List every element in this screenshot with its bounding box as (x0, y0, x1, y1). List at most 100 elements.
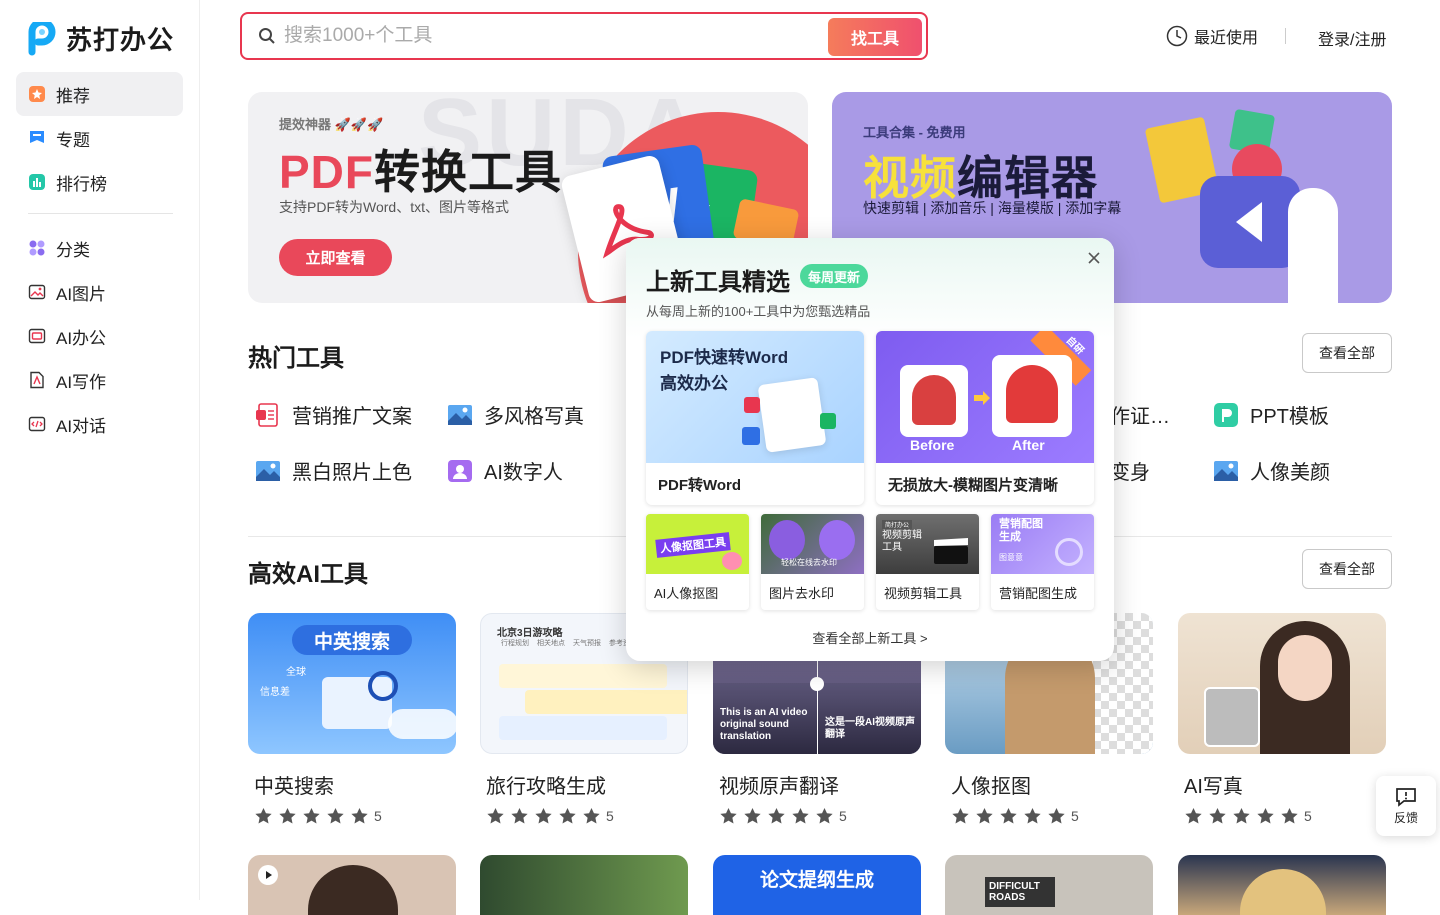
hot-tool-item[interactable]: 多风格写真 (446, 400, 584, 429)
search-button[interactable]: 找工具 (828, 18, 922, 56)
popup-tool-small[interactable]: 轻松在线去水印 图片去水印 (761, 514, 864, 610)
tool-card-partial[interactable]: 论文提纲生成 (713, 855, 921, 915)
popup-tool-image: 简打办公 视频剪辑工具 (876, 514, 979, 574)
card-image-tab: 相关地点 (537, 640, 565, 647)
clock-icon (1166, 25, 1188, 47)
sidebar-item-label: AI图片 (56, 284, 107, 304)
search-input[interactable] (284, 25, 804, 47)
video-camera-icon (1200, 176, 1300, 268)
rating: 5 (254, 807, 456, 825)
sidebar-item-label: 分类 (56, 240, 90, 260)
hot-tool-item[interactable]: 黑白照片上色 (254, 456, 412, 485)
banner-view-button[interactable]: 立即查看 (279, 239, 392, 276)
hot-tool-label: 作证… (1110, 406, 1170, 428)
hot-tool-item[interactable]: 作证… (1110, 400, 1170, 429)
banner-subtitle: 快速剪辑 | 添加音乐 | 海量模版 | 添加字幕 (863, 200, 1122, 216)
rating: 5 (1184, 807, 1386, 825)
after-image (992, 355, 1072, 437)
hot-tool-item[interactable]: 人像美颜 (1212, 456, 1330, 485)
before-image (900, 365, 968, 437)
hot-tool-item[interactable]: 变身 (1110, 456, 1150, 485)
hot-tool-item[interactable]: 营销推广文案 (254, 400, 412, 429)
sidebar-item-category[interactable]: 分类 (16, 226, 183, 270)
tool-card-partial[interactable]: DIFFICULT ROADS (945, 855, 1153, 915)
star-icon (1209, 807, 1226, 824)
after-label: After (1012, 437, 1045, 453)
ai-writing-icon (28, 371, 46, 389)
banner-title-accent: PDF (279, 146, 374, 198)
brand-logo[interactable]: 苏打办公 (28, 20, 174, 57)
star-icon (511, 807, 528, 824)
banner-tag: 工具合集 - 免费用 (863, 125, 966, 140)
popup-tool-small[interactable]: 简打办公 视频剪辑工具 视频剪辑工具 (876, 514, 979, 610)
cloud-decor (388, 709, 456, 739)
banner-tag: 提效神器 🚀🚀🚀 (279, 117, 384, 132)
card-image-sign: DIFFICULT ROADS (985, 877, 1055, 907)
rating: 5 (951, 807, 1153, 825)
tool-card-name: 视频原声翻译 (719, 776, 839, 798)
tool-card[interactable]: AI写真 5 (1178, 613, 1386, 825)
ai-tools-see-all-button[interactable]: 查看全部 (1302, 549, 1392, 589)
flower-decor (819, 520, 855, 560)
popup-tool-upscale[interactable]: 自研 Before After 无损放大-模糊图片变清晰 (876, 331, 1094, 505)
tool-card-name: 中英搜索 (254, 776, 334, 798)
tool-card-image: 中英搜索 全球 信息差 (248, 613, 456, 754)
rating-value: 5 (1071, 808, 1079, 824)
star-icon (1048, 807, 1065, 824)
sidebar-item-label: 推荐 (56, 86, 90, 106)
rating-value: 5 (374, 808, 382, 824)
sidebar-item-label: AI对话 (56, 416, 107, 436)
tool-card[interactable]: 中英搜索 全球 信息差 中英搜索 5 (248, 613, 456, 825)
popup-image-text: 人像抠图工具 (655, 532, 731, 558)
sidebar-item-ai-image[interactable]: AI图片 (16, 270, 183, 314)
popup-see-all-link[interactable]: 查看全部上新工具 > (626, 628, 1114, 647)
hot-tool-label: AI数字人 (484, 462, 563, 484)
ai-chat-icon (28, 415, 46, 433)
portrait-face (1278, 635, 1332, 701)
popup-tool-image: PDF快速转Word 高效办公 (646, 331, 864, 463)
hot-tools-see-all-button[interactable]: 查看全部 (1302, 333, 1392, 373)
ranking-icon (28, 173, 46, 191)
star-icon (487, 807, 504, 824)
popup-image-tag: 图意意 (999, 553, 1023, 562)
sidebar-item-ai-writing[interactable]: AI写作 (16, 358, 183, 402)
hot-tool-label: 人像美颜 (1250, 462, 1330, 484)
banner-title: PDF转换工具 (279, 136, 562, 202)
split-handle (810, 677, 824, 691)
sidebar-item-ranking[interactable]: 排行榜 (16, 160, 183, 204)
star-icon (720, 807, 737, 824)
rating: 5 (486, 807, 688, 825)
feedback-button[interactable]: 反馈 (1376, 776, 1436, 836)
card-image-tab: 行程规划 (501, 640, 529, 647)
tool-card-partial[interactable] (480, 855, 688, 915)
category-icon (28, 239, 46, 257)
hot-tool-item[interactable]: AI数字人 (446, 456, 563, 485)
recent-use-button[interactable]: 最近使用 (1166, 24, 1258, 48)
popup-tool-label: AI人像抠图 (654, 586, 719, 601)
close-icon[interactable] (1086, 250, 1102, 266)
tool-card-partial[interactable] (1178, 855, 1386, 915)
popup-tool-pdf-to-word[interactable]: PDF快速转Word 高效办公 PDF转Word (646, 331, 864, 505)
tool-card-partial[interactable] (248, 855, 456, 915)
word-badge (742, 427, 760, 445)
feedback-icon (1396, 787, 1416, 807)
tool-card-image (1178, 613, 1386, 754)
sidebar-item-ai-chat[interactable]: AI对话 (16, 402, 183, 446)
rating: 5 (719, 807, 921, 825)
search-icon (259, 28, 275, 44)
card-image-title: 中英搜索 (292, 625, 412, 655)
tool-card-name: AI写真 (1184, 776, 1243, 798)
star-icon (952, 807, 969, 824)
sidebar-item-ai-office[interactable]: AI办公 (16, 314, 183, 358)
popup-tool-small[interactable]: 人像抠图工具 AI人像抠图 (646, 514, 749, 610)
hot-tool-item[interactable]: PPT模板 (1212, 400, 1329, 429)
itinerary-row (499, 664, 667, 688)
sidebar-item-topic[interactable]: 专题 (16, 116, 183, 160)
login-register-link[interactable]: 登录/注册 (1318, 26, 1386, 50)
popup-tool-label: 图片去水印 (769, 586, 835, 601)
popup-tool-small[interactable]: 营销配图生成 图意意 营销配图生成 (991, 514, 1094, 610)
sidebar-item-recommend[interactable]: 推荐 (16, 72, 183, 116)
image-icon (448, 404, 472, 425)
star-icon (255, 807, 272, 824)
feedback-label: 反馈 (1393, 810, 1418, 825)
